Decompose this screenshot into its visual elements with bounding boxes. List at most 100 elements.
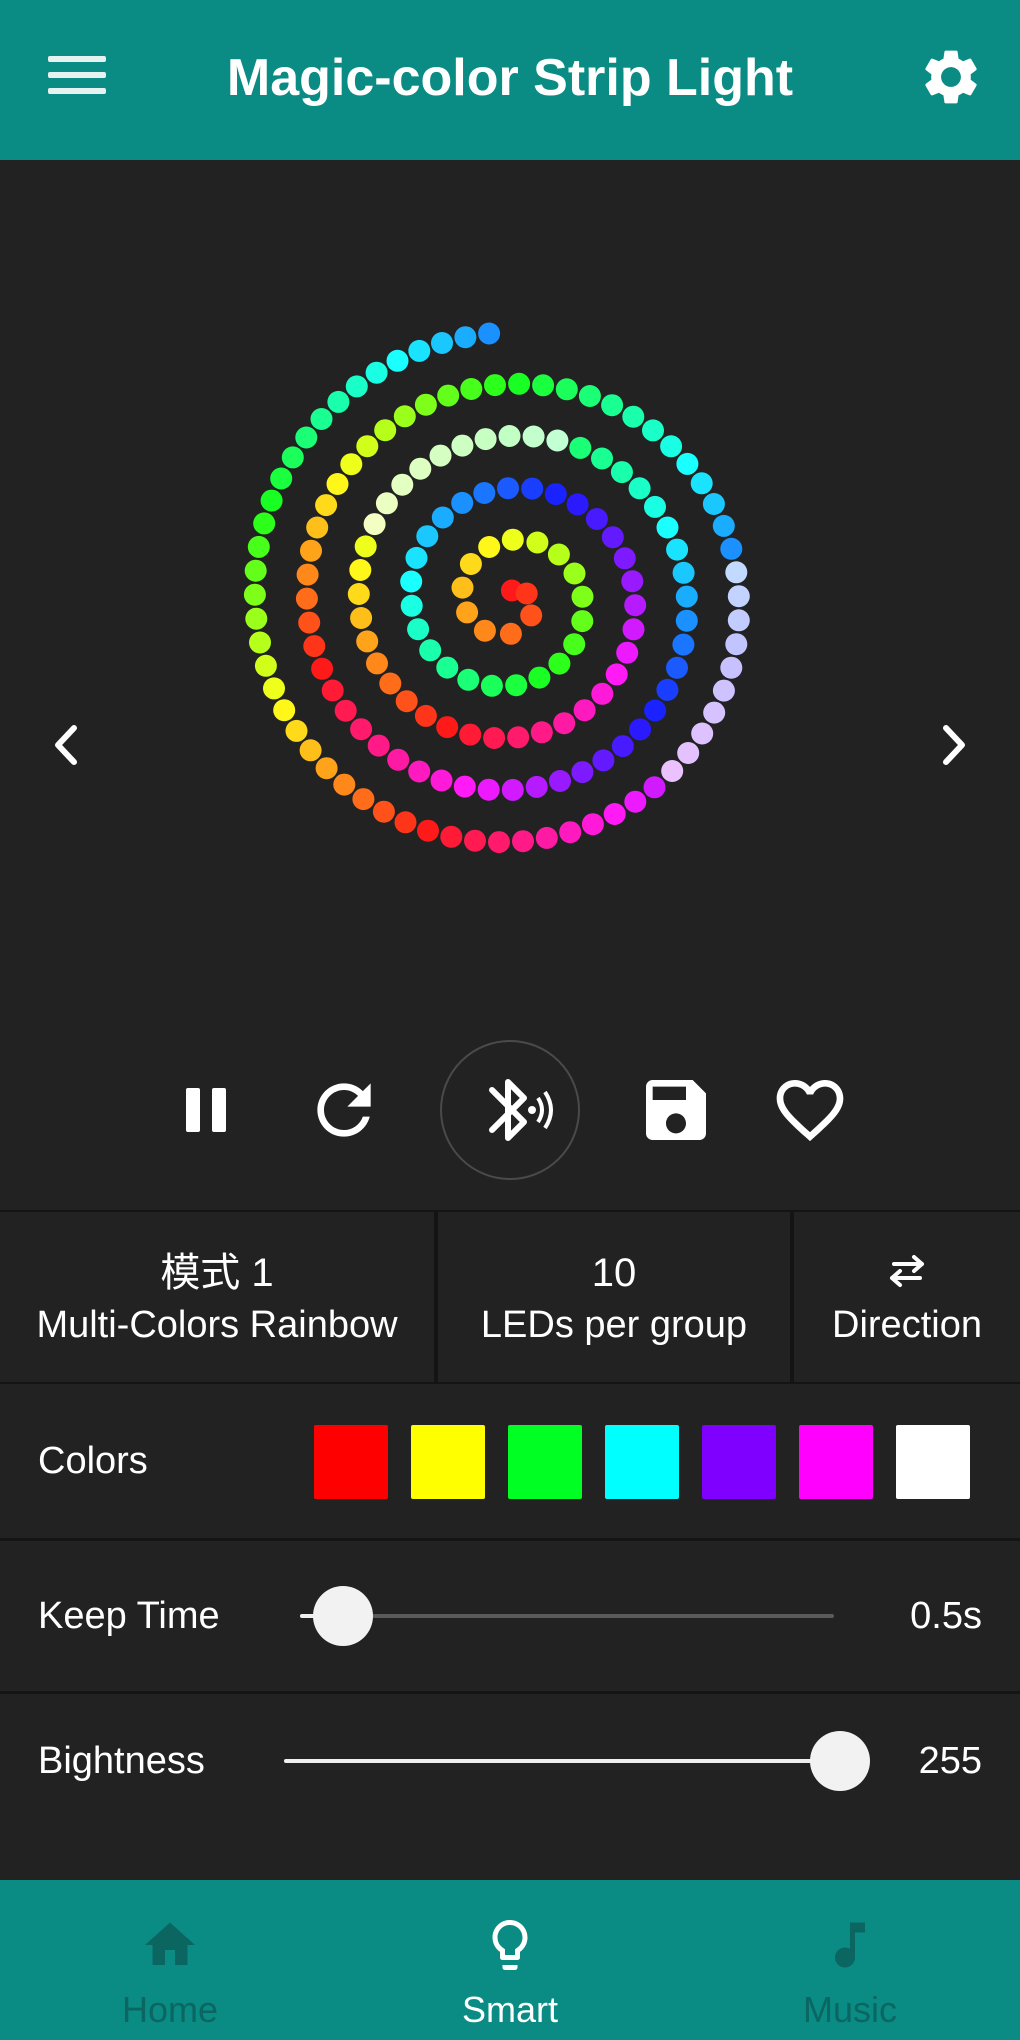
hamburger-menu-icon[interactable] — [48, 56, 106, 100]
led-dot — [356, 435, 379, 458]
led-dot — [725, 633, 748, 656]
colors-row: Colors — [0, 1386, 1020, 1541]
led-dot — [501, 528, 524, 551]
led-dot — [393, 405, 416, 428]
led-dot — [661, 760, 684, 782]
color-swatch[interactable] — [896, 1425, 970, 1499]
keep-time-slider-track[interactable] — [300, 1614, 834, 1618]
led-dot — [456, 601, 479, 624]
nav-music[interactable]: Music — [680, 1880, 1020, 2040]
brightness-row: Bightness 255 — [0, 1694, 1020, 1834]
pause-icon[interactable] — [166, 1070, 246, 1150]
home-icon — [140, 1914, 200, 1976]
direction-button[interactable]: Direction — [794, 1212, 1020, 1382]
led-dot — [451, 434, 474, 457]
swap-arrows-icon — [884, 1254, 930, 1288]
save-icon[interactable] — [636, 1070, 716, 1150]
color-swatch[interactable] — [314, 1425, 388, 1499]
nav-smart-label: Smart — [461, 1989, 558, 2030]
led-dot — [621, 570, 644, 593]
led-dot — [611, 735, 634, 758]
led-dot — [366, 652, 388, 675]
color-swatch[interactable] — [508, 1425, 582, 1499]
led-dot — [571, 761, 594, 784]
led-dot — [622, 405, 645, 428]
led-dot — [365, 361, 388, 384]
chevron-right-icon[interactable] — [924, 700, 984, 790]
led-dot — [526, 531, 549, 554]
led-dot — [459, 553, 482, 575]
led-dot — [387, 748, 410, 771]
led-dot — [379, 672, 402, 695]
mode-selector[interactable]: 模式 1 Multi-Colors Rainbow — [0, 1212, 434, 1382]
nav-home[interactable]: Home — [0, 1880, 340, 2040]
playback-controls — [0, 1030, 1020, 1190]
led-dot — [548, 652, 571, 675]
led-dot — [559, 821, 582, 844]
led-dot — [672, 633, 695, 656]
led-dot — [480, 674, 503, 697]
led-dot — [408, 339, 431, 362]
led-dot — [395, 690, 418, 713]
led-dot — [512, 830, 534, 853]
led-dot — [436, 716, 459, 739]
led-dot — [326, 473, 349, 495]
leds-per-group-selector[interactable]: 10 LEDs per group — [438, 1212, 790, 1382]
bluetooth-audio-icon[interactable] — [440, 1040, 580, 1180]
led-dot — [578, 385, 601, 407]
color-swatch[interactable] — [605, 1425, 679, 1499]
led-dot — [549, 770, 571, 792]
led-dot — [515, 582, 538, 605]
led-dot — [349, 559, 372, 581]
led-dot — [505, 674, 528, 697]
led-dot — [605, 663, 628, 686]
led-dot — [727, 609, 750, 632]
nav-smart[interactable]: Smart — [340, 1880, 680, 2040]
led-dot — [363, 513, 386, 536]
led-dot — [691, 722, 714, 745]
led-dot — [367, 734, 390, 757]
led-dot — [581, 813, 604, 836]
refresh-icon[interactable] — [304, 1070, 384, 1150]
keep-time-slider-thumb[interactable] — [312, 1586, 373, 1646]
bottom-navigation: Home Smart Music — [0, 1880, 1020, 2040]
color-swatch[interactable] — [702, 1425, 776, 1499]
led-dot — [247, 535, 270, 558]
led-dot — [414, 704, 437, 727]
color-swatch[interactable] — [411, 1425, 485, 1499]
color-swatch[interactable] — [799, 1425, 873, 1499]
led-dot — [720, 656, 743, 679]
gear-icon[interactable] — [918, 44, 984, 110]
colors-label: Colors — [38, 1440, 148, 1482]
led-dot — [285, 719, 308, 742]
led-dot — [499, 622, 522, 645]
led-dot — [624, 790, 647, 813]
heart-icon[interactable] — [770, 1070, 850, 1150]
led-dot — [613, 547, 636, 570]
led-dot — [340, 453, 363, 476]
page-title: Magic-color Strip Light — [226, 49, 794, 107]
chevron-left-icon[interactable] — [36, 700, 96, 790]
led-dot — [628, 477, 651, 500]
led-dot — [295, 426, 318, 449]
led-dot — [457, 668, 480, 691]
led-dot — [571, 585, 594, 608]
led-dot — [676, 452, 699, 475]
led-dot — [315, 757, 338, 780]
led-dot — [644, 495, 666, 518]
led-dot — [394, 811, 417, 834]
led-dot — [254, 654, 277, 677]
led-dot — [431, 332, 453, 354]
brightness-slider-thumb[interactable] — [810, 1731, 870, 1791]
led-dot — [281, 446, 304, 469]
led-dot — [260, 489, 283, 512]
nav-home-label: Home — [121, 1989, 219, 2030]
led-dot — [530, 721, 553, 744]
led-dot — [431, 506, 454, 529]
led-dot — [477, 778, 500, 801]
led-dot — [310, 408, 333, 430]
brightness-label: Bightness — [38, 1740, 205, 1782]
led-dot — [478, 322, 501, 345]
led-dot — [591, 447, 613, 470]
led-dot — [249, 631, 271, 654]
